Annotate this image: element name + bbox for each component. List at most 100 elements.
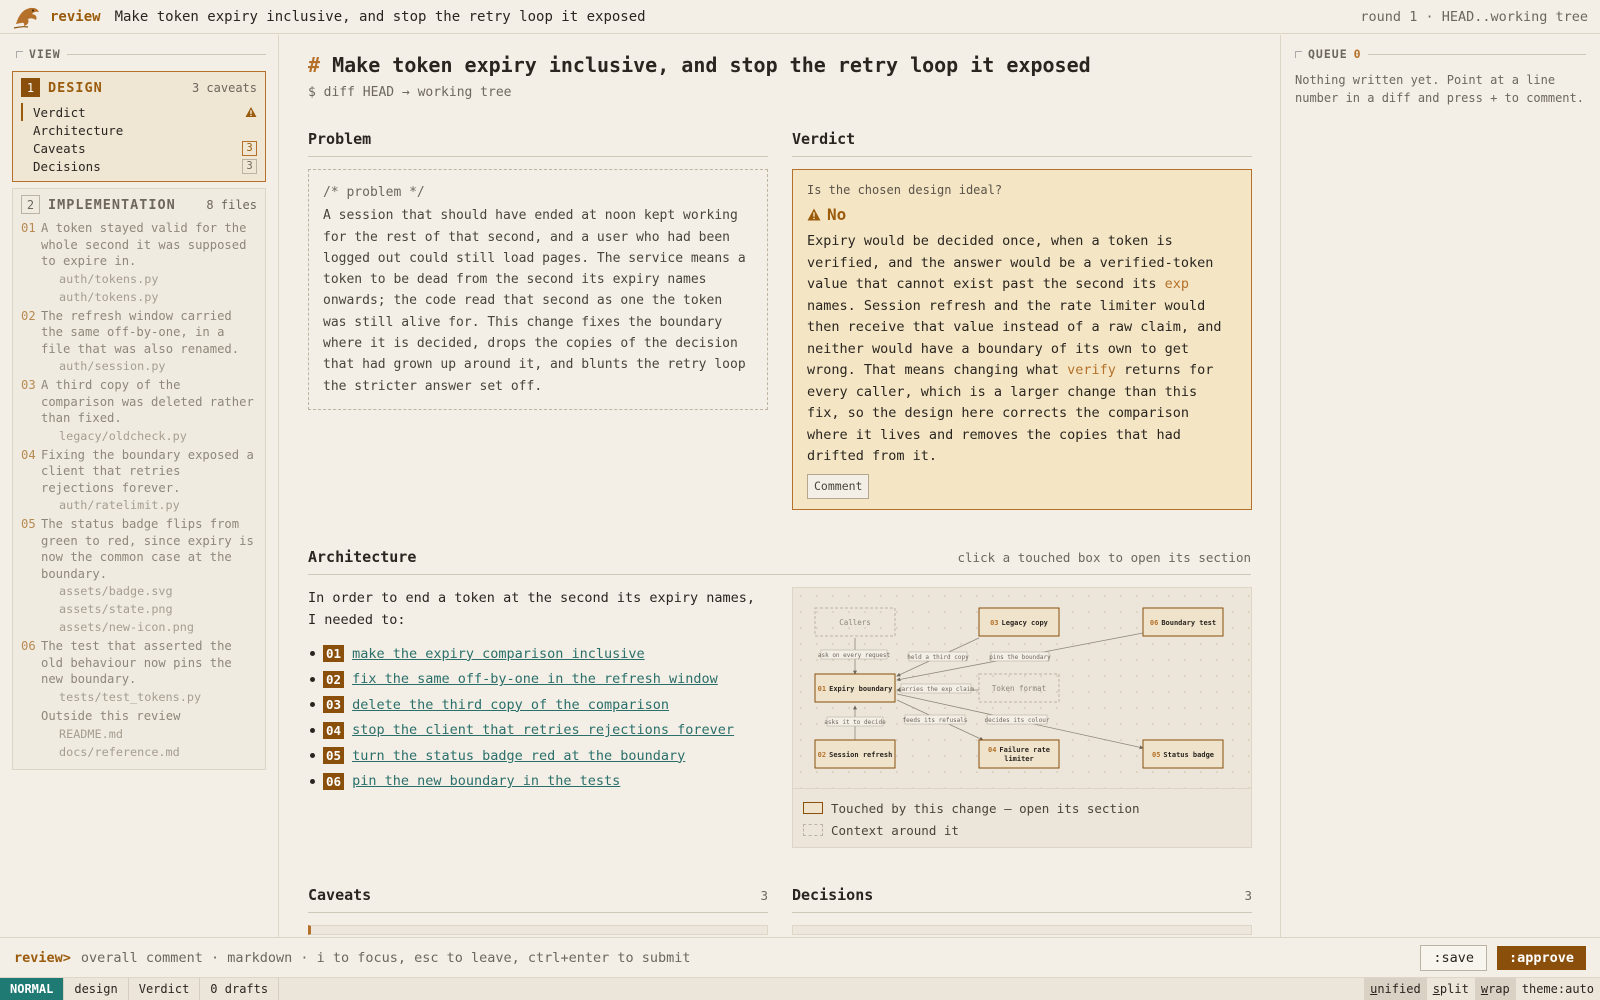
list-item[interactable]: 05 turn the status badge red at the bound… xyxy=(308,743,768,769)
drafts-count: 0 drafts xyxy=(200,978,280,1000)
impl-section-02[interactable]: 02 The refresh window carried the same o… xyxy=(21,308,257,358)
node-session-refresh[interactable]: 02 Session refresh xyxy=(814,739,896,769)
step-link[interactable]: pin the new boundary in the tests xyxy=(352,773,620,789)
caveat-card[interactable] xyxy=(308,925,768,935)
problem-heading: Problem xyxy=(308,130,768,157)
verdict-body: Expiry would be decided once, when a tok… xyxy=(807,231,1237,468)
file-link[interactable]: auth/ratelimit.py xyxy=(21,496,257,514)
caveats-count-badge: 3 xyxy=(242,140,257,156)
file-link[interactable]: assets/state.png xyxy=(21,600,257,618)
theme-toggle[interactable]: theme:auto xyxy=(1516,978,1600,1000)
sidebar-item-verdict[interactable]: Verdict xyxy=(21,103,257,121)
node-label: Boundary test xyxy=(1161,619,1216,627)
caveats-heading-text: Caveats xyxy=(308,886,372,904)
file-link[interactable]: auth/tokens.py xyxy=(21,288,257,306)
file-link[interactable]: tests/test_tokens.py xyxy=(21,688,257,706)
decision-card[interactable] xyxy=(792,925,1252,935)
sidebar-item-architecture[interactable]: Architecture xyxy=(21,121,257,139)
impl-number: 01 xyxy=(21,221,36,235)
bullet xyxy=(310,727,315,733)
architecture-row: In order to end a token at the second it… xyxy=(308,587,1252,848)
impl-section-01[interactable]: 01 A token stayed valid for the whole se… xyxy=(21,220,257,270)
implementation-title-row[interactable]: 2 IMPLEMENTATION 8 files xyxy=(21,195,257,214)
step-link[interactable]: stop the client that retries rejections … xyxy=(352,722,734,738)
caveats-decisions-row: Caveats 3 Decisions 3 xyxy=(308,886,1252,935)
problem-section: Problem /* problem */ A session that sho… xyxy=(308,130,768,510)
hotkey-w: w xyxy=(1480,982,1489,996)
node-boundary-test[interactable]: 06 Boundary test xyxy=(1142,607,1224,637)
architecture-diagram: ask on every request held a third copy p… xyxy=(792,587,1252,848)
step-link[interactable]: delete the third copy of the comparison xyxy=(352,697,669,713)
impl-section-04[interactable]: 04 Fixing the boundary exposed a client … xyxy=(21,447,257,497)
split-toggle[interactable]: s plit xyxy=(1427,978,1475,1000)
overall-comment-input[interactable]: overall comment · markdown · i to focus,… xyxy=(81,950,691,966)
sidebar-item-caveats[interactable]: Caveats 3 xyxy=(21,139,257,157)
impl-text: Fixing the boundary exposed a client tha… xyxy=(41,447,254,495)
design-title-row[interactable]: 1 DESIGN 3 caveats xyxy=(21,78,257,97)
node-legacy-copy[interactable]: 03 Legacy copy xyxy=(978,607,1060,637)
verdict-box: Is the chosen design ideal? No Expiry wo… xyxy=(792,169,1252,510)
warning-icon xyxy=(245,107,257,117)
step-number: 03 xyxy=(323,696,345,714)
dragon-logo-icon xyxy=(13,7,39,29)
file-link[interactable]: assets/new-icon.png xyxy=(21,618,257,636)
node-failure-rate-limiter[interactable]: 04 Failure rate limiter xyxy=(978,739,1060,769)
edge-label-carries: carries the exp claim xyxy=(898,686,974,693)
command-bar[interactable]: review> overall comment · markdown · i t… xyxy=(0,937,1600,977)
list-item[interactable]: 02 fix the same off-by-one in the refresh… xyxy=(308,667,768,693)
architecture-step-list: 01 make the expiry comparison inclusive 0… xyxy=(308,641,768,794)
comment-button[interactable]: Comment xyxy=(807,473,870,499)
step-number: 01 xyxy=(323,645,345,663)
view-header: VIEW xyxy=(16,47,266,61)
list-item[interactable]: 06 pin the new boundary in the tests xyxy=(308,769,768,795)
sidebar-item-decisions[interactable]: Decisions 3 xyxy=(21,157,257,175)
edge-label-decides: decides its colour xyxy=(984,717,1049,724)
implementation-file-count: 8 files xyxy=(206,197,257,212)
node-status-badge[interactable]: 05 Status badge xyxy=(1142,739,1224,769)
bullet xyxy=(310,676,315,682)
design-view-box[interactable]: 1 DESIGN 3 caveats Verdict Architecture … xyxy=(12,71,266,182)
file-link[interactable]: legacy/oldcheck.py xyxy=(21,427,257,445)
list-item[interactable]: 01 make the expiry comparison inclusive xyxy=(308,641,768,667)
step-link[interactable]: turn the status badge red at the boundar… xyxy=(352,748,685,764)
file-link[interactable]: assets/badge.svg xyxy=(21,582,257,600)
node-label: Expiry boundary xyxy=(829,685,893,693)
edge-label-ask: ask on every request xyxy=(818,652,891,659)
node-number: 04 xyxy=(988,746,996,754)
file-link[interactable]: auth/session.py xyxy=(21,357,257,375)
step-link[interactable]: fix the same off-by-one in the refresh w… xyxy=(352,671,718,687)
save-button[interactable]: :save xyxy=(1420,944,1487,971)
impl-section-03[interactable]: 03 A third copy of the comparison was de… xyxy=(21,377,257,427)
command-prompt: review> xyxy=(14,949,71,966)
design-number-badge: 1 xyxy=(21,78,40,97)
impl-section-06[interactable]: 06 The test that asserted the old behavi… xyxy=(21,638,257,688)
sidebar-item-label: Caveats xyxy=(33,140,86,156)
node-expiry-boundary[interactable]: 01 Expiry boundary xyxy=(814,673,896,703)
svg-text:02Session refresh: 02 Session refresh xyxy=(818,751,893,759)
architecture-heading-text: Architecture xyxy=(308,548,417,566)
file-link[interactable]: auth/tokens.py xyxy=(21,270,257,288)
file-link[interactable]: README.md xyxy=(21,725,257,743)
code-token-exp: exp xyxy=(1164,276,1190,292)
diagram-svg: ask on every request held a third copy p… xyxy=(793,588,1251,788)
file-link[interactable]: docs/reference.md xyxy=(21,743,257,761)
impl-section-05[interactable]: 05 The status badge flips from green to … xyxy=(21,516,257,582)
queue-empty-note: Nothing written yet. Point at a line num… xyxy=(1295,73,1584,105)
implementation-view-box[interactable]: 2 IMPLEMENTATION 8 files 01 A token stay… xyxy=(12,188,266,770)
wrap-toggle[interactable]: w rap xyxy=(1474,978,1516,1000)
diagram-legend: Touched by this change — open its sectio… xyxy=(793,788,1251,847)
current-section: Verdict xyxy=(129,978,201,1000)
approve-button[interactable]: :approve xyxy=(1496,945,1586,970)
implementation-number-badge: 2 xyxy=(21,195,40,214)
step-link[interactable]: make the expiry comparison inclusive xyxy=(352,646,645,662)
node-label-line2: limiter xyxy=(1004,755,1034,763)
list-item[interactable]: 04 stop the client that retries rejection… xyxy=(308,718,768,744)
main-content: # Make token expiry inclusive, and stop … xyxy=(280,35,1279,937)
problem-heading-text: Problem xyxy=(308,130,372,148)
unified-toggle[interactable]: u nified xyxy=(1364,978,1427,1000)
list-item[interactable]: 03 delete the third copy of the compariso… xyxy=(308,692,768,718)
problem-comment: /* problem */ xyxy=(323,185,425,200)
step-number: 06 xyxy=(323,772,345,790)
node-callers-label: Callers xyxy=(839,618,871,627)
verdict-section: Verdict Is the chosen design ideal? No E… xyxy=(792,130,1252,510)
